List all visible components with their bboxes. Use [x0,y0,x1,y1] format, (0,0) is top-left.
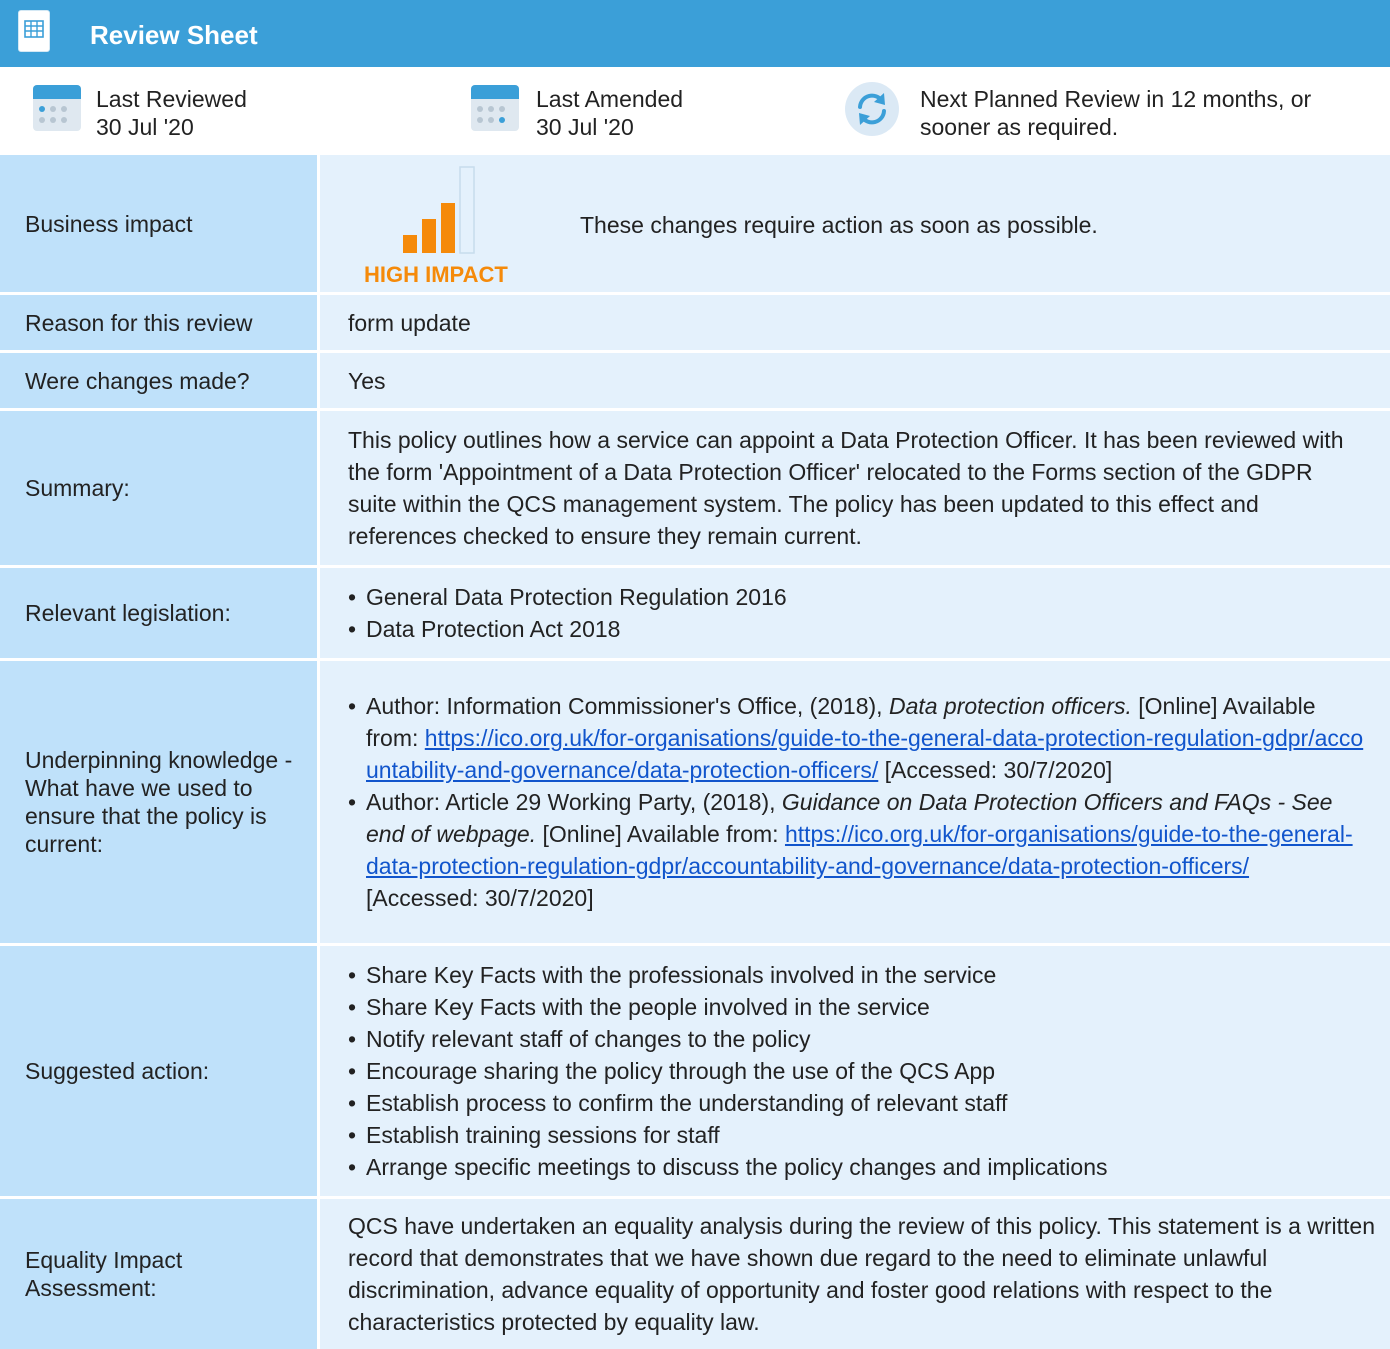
suggested-action-list: Share Key Facts with the professionals i… [348,959,1108,1183]
list-item: Author: Information Commissioner's Offic… [348,690,1364,786]
changes-value: Yes [320,353,1390,408]
last-reviewed-label: Last Reviewed [96,86,247,112]
suggested-action-label: Suggested action: [0,946,317,1196]
calendar-icon [33,85,81,131]
business-impact-row: Business impact HIGH IMPACT These change… [0,155,1390,292]
reference-link[interactable]: https://ico.org.uk/for-organisations/gui… [366,725,1363,783]
review-meta: Last Reviewed 30 Jul '20 Last Amended 30… [0,67,1390,155]
business-impact-text: These changes require action as soon as … [580,212,1098,238]
summary-text: This policy outlines how a service can a… [348,427,1344,549]
last-amended: Last Amended 30 Jul '20 [536,85,683,141]
underpinning-row: Underpinning knowledge - What have we us… [0,661,1390,943]
equality-label: Equality Impact Assessment: [0,1199,317,1349]
next-review-line1: Next Planned Review in 12 months, or [920,86,1312,112]
list-item: General Data Protection Regulation 2016 [348,581,787,613]
last-amended-date: 30 Jul '20 [536,114,634,140]
list-item: Establish training sessions for staff [348,1119,1108,1151]
list-item: Share Key Facts with the people involved… [348,991,1108,1023]
high-impact-icon: HIGH IMPACT [360,165,530,290]
refresh-icon [844,81,900,137]
list-item: Arrange specific meetings to discuss the… [348,1151,1107,1183]
list-item: Data Protection Act 2018 [348,613,787,645]
business-impact-label: Business impact [0,155,317,292]
changes-row: Were changes made? Yes [0,353,1390,408]
reference-title: Data protection officers. [888,693,1132,719]
list-item: Encourage sharing the policy through the… [348,1055,1108,1087]
legislation-value: General Data Protection Regulation 2016 … [320,568,1390,658]
list-item: Notify relevant staff of changes to the … [348,1023,1108,1055]
page-title: Review Sheet [90,20,258,50]
calendar-icon [471,85,519,131]
reference-list: Author: Information Commissioner's Offic… [348,690,1384,914]
reason-label: Reason for this review [0,295,317,350]
changes-label: Were changes made? [0,353,317,408]
last-reviewed: Last Reviewed 30 Jul '20 [96,85,247,141]
summary-value: This policy outlines how a service can a… [320,411,1390,565]
suggested-action-value: Share Key Facts with the professionals i… [320,946,1390,1196]
equality-text: QCS have undertaken an equality analysis… [348,1213,1376,1335]
high-impact-badge: HIGH IMPACT [364,262,508,287]
reason-row: Reason for this review form update [0,295,1390,350]
document-icon [18,10,50,52]
summary-row: Summary: This policy outlines how a serv… [0,411,1390,565]
legislation-label: Relevant legislation: [0,568,317,658]
next-review-line2: sooner as required. [920,114,1119,140]
equality-value: QCS have undertaken an equality analysis… [320,1199,1390,1349]
summary-label: Summary: [0,411,317,565]
list-item: Author: Article 29 Working Party, (2018)… [348,786,1364,914]
list-item: Establish process to confirm the underst… [348,1087,1108,1119]
reason-value: form update [320,295,1390,350]
underpinning-value: Author: Information Commissioner's Offic… [320,661,1390,943]
legislation-row: Relevant legislation: General Data Prote… [0,568,1390,658]
underpinning-label: Underpinning knowledge - What have we us… [0,661,317,943]
last-amended-label: Last Amended [536,86,684,112]
equality-row: Equality Impact Assessment: QCS have und… [0,1199,1390,1349]
review-sheet-header: Review Sheet [0,0,1390,67]
list-item: Share Key Facts with the professionals i… [348,959,1108,991]
next-review: Next Planned Review in 12 months, or soo… [920,85,1311,141]
last-reviewed-date: 30 Jul '20 [96,114,194,140]
legislation-list: General Data Protection Regulation 2016 … [348,581,787,645]
suggested-action-row: Suggested action: Share Key Facts with t… [0,946,1390,1196]
